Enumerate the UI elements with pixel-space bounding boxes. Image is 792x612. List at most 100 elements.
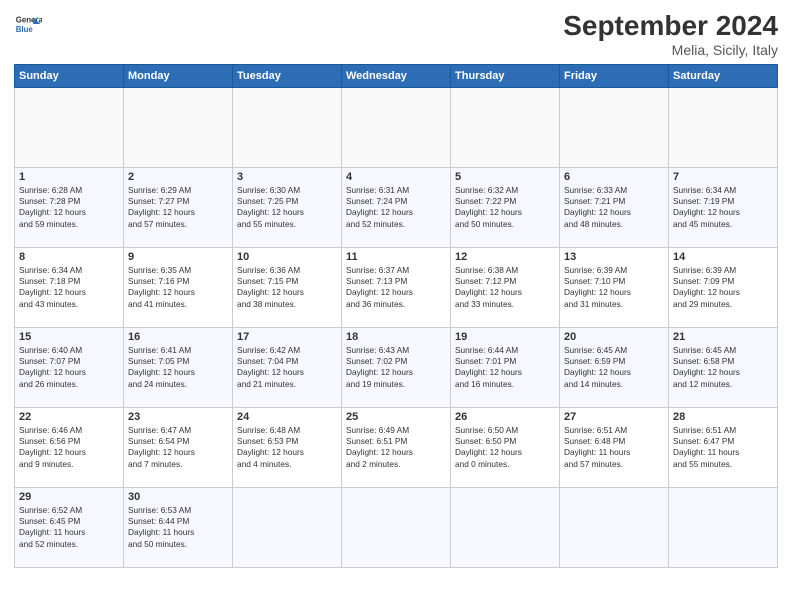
col-saturday: Saturday [669,65,778,88]
weekday-header-row: Sunday Monday Tuesday Wednesday Thursday… [15,65,778,88]
day-number: 9 [128,251,228,263]
day-cell-1: 1 Sunrise: 6:28 AMSunset: 7:28 PMDayligh… [15,168,124,248]
svg-text:Blue: Blue [16,25,34,34]
day-number: 14 [673,251,773,263]
day-cell-18: 18 Sunrise: 6:43 AMSunset: 7:02 PMDaylig… [342,328,451,408]
cell-empty [342,88,451,168]
day-cell-5: 5 Sunrise: 6:32 AMSunset: 7:22 PMDayligh… [451,168,560,248]
day-number: 30 [128,491,228,503]
day-cell-8: 8 Sunrise: 6:34 AMSunset: 7:18 PMDayligh… [15,248,124,328]
day-number: 3 [237,171,337,183]
day-number: 6 [564,171,664,183]
day-cell-2: 2 Sunrise: 6:29 AMSunset: 7:27 PMDayligh… [124,168,233,248]
cell-info: Sunrise: 6:48 AMSunset: 6:53 PMDaylight:… [237,425,304,469]
cell-info: Sunrise: 6:31 AMSunset: 7:24 PMDaylight:… [346,185,413,229]
day-number: 8 [19,251,119,263]
day-number: 28 [673,411,773,423]
cell-empty [669,488,778,568]
day-number: 18 [346,331,446,343]
day-number: 4 [346,171,446,183]
cell-info: Sunrise: 6:36 AMSunset: 7:15 PMDaylight:… [237,265,304,309]
day-number: 16 [128,331,228,343]
location: Melia, Sicily, Italy [563,42,778,58]
cell-info: Sunrise: 6:29 AMSunset: 7:27 PMDaylight:… [128,185,195,229]
col-thursday: Thursday [451,65,560,88]
day-cell-12: 12 Sunrise: 6:38 AMSunset: 7:12 PMDaylig… [451,248,560,328]
cell-info: Sunrise: 6:52 AMSunset: 6:45 PMDaylight:… [19,505,85,549]
cell-info: Sunrise: 6:47 AMSunset: 6:54 PMDaylight:… [128,425,195,469]
day-cell-14: 14 Sunrise: 6:39 AMSunset: 7:09 PMDaylig… [669,248,778,328]
day-number: 13 [564,251,664,263]
cell-empty [451,88,560,168]
col-sunday: Sunday [15,65,124,88]
day-number: 5 [455,171,555,183]
cell-empty [451,488,560,568]
cell-info: Sunrise: 6:28 AMSunset: 7:28 PMDaylight:… [19,185,86,229]
day-cell-7: 7 Sunrise: 6:34 AMSunset: 7:19 PMDayligh… [669,168,778,248]
day-cell-26: 26 Sunrise: 6:50 AMSunset: 6:50 PMDaylig… [451,408,560,488]
day-number: 19 [455,331,555,343]
calendar-table: Sunday Monday Tuesday Wednesday Thursday… [14,64,778,568]
day-number: 20 [564,331,664,343]
day-number: 10 [237,251,337,263]
cell-info: Sunrise: 6:43 AMSunset: 7:02 PMDaylight:… [346,345,413,389]
day-number: 17 [237,331,337,343]
cell-info: Sunrise: 6:33 AMSunset: 7:21 PMDaylight:… [564,185,631,229]
week-row-2: 1 Sunrise: 6:28 AMSunset: 7:28 PMDayligh… [15,168,778,248]
day-cell-29: 29 Sunrise: 6:52 AMSunset: 6:45 PMDaylig… [15,488,124,568]
day-cell-13: 13 Sunrise: 6:39 AMSunset: 7:10 PMDaylig… [560,248,669,328]
cell-info: Sunrise: 6:34 AMSunset: 7:19 PMDaylight:… [673,185,740,229]
day-cell-10: 10 Sunrise: 6:36 AMSunset: 7:15 PMDaylig… [233,248,342,328]
cell-empty [15,88,124,168]
day-cell-23: 23 Sunrise: 6:47 AMSunset: 6:54 PMDaylig… [124,408,233,488]
cell-info: Sunrise: 6:35 AMSunset: 7:16 PMDaylight:… [128,265,195,309]
title-block: September 2024 Melia, Sicily, Italy [563,10,778,58]
week-row-4: 15 Sunrise: 6:40 AMSunset: 7:07 PMDaylig… [15,328,778,408]
day-cell-9: 9 Sunrise: 6:35 AMSunset: 7:16 PMDayligh… [124,248,233,328]
cell-info: Sunrise: 6:46 AMSunset: 6:56 PMDaylight:… [19,425,86,469]
cell-info: Sunrise: 6:51 AMSunset: 6:48 PMDaylight:… [564,425,630,469]
day-cell-4: 4 Sunrise: 6:31 AMSunset: 7:24 PMDayligh… [342,168,451,248]
cell-empty [560,88,669,168]
day-number: 27 [564,411,664,423]
cell-info: Sunrise: 6:51 AMSunset: 6:47 PMDaylight:… [673,425,739,469]
day-cell-30: 30 Sunrise: 6:53 AMSunset: 6:44 PMDaylig… [124,488,233,568]
cell-info: Sunrise: 6:39 AMSunset: 7:09 PMDaylight:… [673,265,740,309]
cell-info: Sunrise: 6:34 AMSunset: 7:18 PMDaylight:… [19,265,86,309]
day-cell-11: 11 Sunrise: 6:37 AMSunset: 7:13 PMDaylig… [342,248,451,328]
day-cell-17: 17 Sunrise: 6:42 AMSunset: 7:04 PMDaylig… [233,328,342,408]
col-monday: Monday [124,65,233,88]
col-tuesday: Tuesday [233,65,342,88]
cell-info: Sunrise: 6:44 AMSunset: 7:01 PMDaylight:… [455,345,522,389]
cell-empty [342,488,451,568]
cell-info: Sunrise: 6:38 AMSunset: 7:12 PMDaylight:… [455,265,522,309]
month-title: September 2024 [563,10,778,42]
day-cell-20: 20 Sunrise: 6:45 AMSunset: 6:59 PMDaylig… [560,328,669,408]
day-number: 23 [128,411,228,423]
day-cell-28: 28 Sunrise: 6:51 AMSunset: 6:47 PMDaylig… [669,408,778,488]
cell-info: Sunrise: 6:30 AMSunset: 7:25 PMDaylight:… [237,185,304,229]
day-cell-16: 16 Sunrise: 6:41 AMSunset: 7:05 PMDaylig… [124,328,233,408]
day-number: 22 [19,411,119,423]
cell-info: Sunrise: 6:49 AMSunset: 6:51 PMDaylight:… [346,425,413,469]
cell-info: Sunrise: 6:42 AMSunset: 7:04 PMDaylight:… [237,345,304,389]
cell-info: Sunrise: 6:40 AMSunset: 7:07 PMDaylight:… [19,345,86,389]
header: General Blue September 2024 Melia, Sicil… [14,10,778,58]
day-cell-15: 15 Sunrise: 6:40 AMSunset: 7:07 PMDaylig… [15,328,124,408]
day-number: 7 [673,171,773,183]
cell-empty [560,488,669,568]
col-friday: Friday [560,65,669,88]
day-number: 26 [455,411,555,423]
cell-empty [124,88,233,168]
day-cell-27: 27 Sunrise: 6:51 AMSunset: 6:48 PMDaylig… [560,408,669,488]
cell-info: Sunrise: 6:39 AMSunset: 7:10 PMDaylight:… [564,265,631,309]
day-number: 2 [128,171,228,183]
cell-empty [233,88,342,168]
week-row-1 [15,88,778,168]
day-cell-25: 25 Sunrise: 6:49 AMSunset: 6:51 PMDaylig… [342,408,451,488]
cell-info: Sunrise: 6:50 AMSunset: 6:50 PMDaylight:… [455,425,522,469]
cell-info: Sunrise: 6:41 AMSunset: 7:05 PMDaylight:… [128,345,195,389]
cell-info: Sunrise: 6:45 AMSunset: 6:59 PMDaylight:… [564,345,631,389]
col-wednesday: Wednesday [342,65,451,88]
day-number: 15 [19,331,119,343]
